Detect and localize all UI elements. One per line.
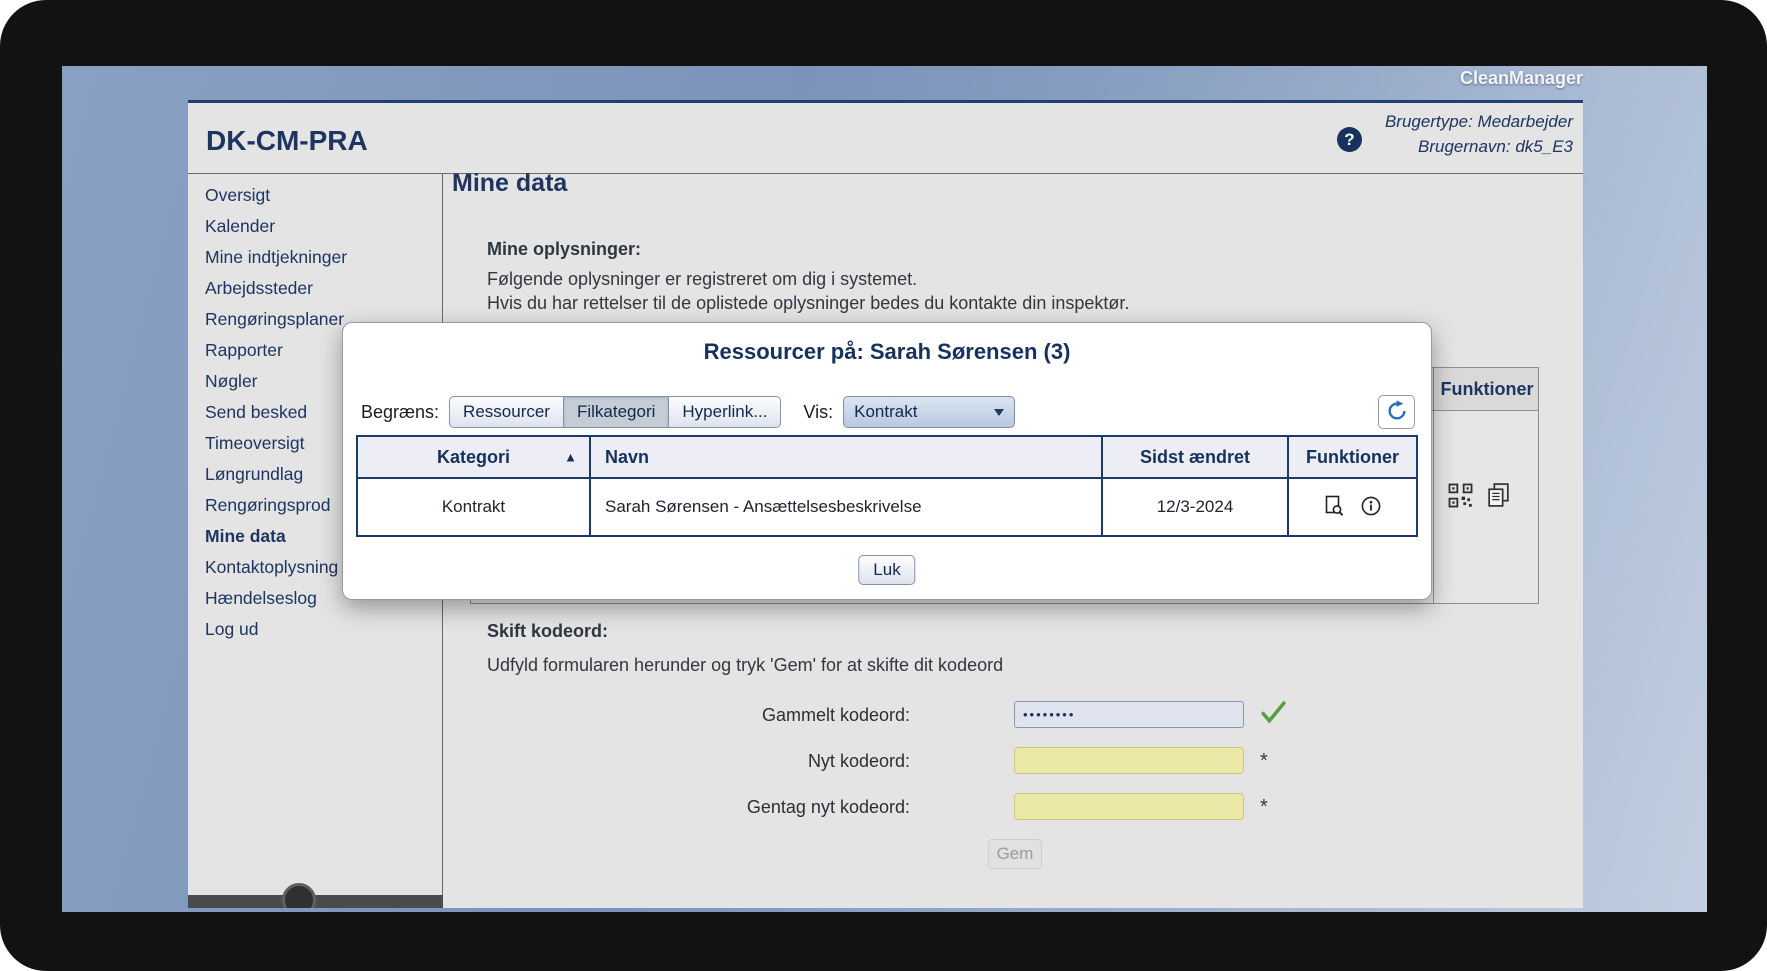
- sidebar-item-log-ud[interactable]: Log ud: [188, 614, 442, 645]
- sidebar-item-mine-indtjekninger[interactable]: Mine indtjekninger: [188, 242, 442, 273]
- chevron-down-icon: [994, 408, 1005, 416]
- refresh-icon: [1386, 399, 1408, 425]
- repeat-password-label: Gentag nyt kodeord:: [746, 797, 910, 817]
- info-heading: Mine oplysninger:: [487, 239, 642, 259]
- filter-button-ressourcer[interactable]: Ressourcer: [449, 396, 564, 428]
- monitor-bezel: CleanManager DK-CM-PRA ? Brugertype: Med…: [0, 0, 1767, 971]
- password-description: Udfyld formularen herunder og tryk 'Gem'…: [487, 655, 1004, 675]
- modal-controls: Begræns: Ressourcer Filkategori Hyperlin…: [361, 395, 1415, 429]
- old-password-input[interactable]: [1014, 701, 1244, 728]
- cell-funktioner: [1287, 477, 1418, 537]
- copy-document-button[interactable]: [1486, 482, 1511, 512]
- refresh-button[interactable]: [1378, 395, 1415, 429]
- repeat-password-input[interactable]: [1014, 793, 1244, 820]
- vis-label: Vis:: [803, 401, 834, 422]
- check-icon: [1260, 700, 1287, 730]
- table-row: Kontrakt Sarah Sørensen - Ansættelsesbes…: [356, 477, 1418, 537]
- info-icon: [1360, 495, 1382, 520]
- sidebar-item-kalender[interactable]: Kalender: [188, 211, 442, 242]
- page-title: Mine data: [452, 169, 568, 197]
- filter-label: Begræns:: [361, 401, 440, 422]
- sidebar-item-arbejdssteder[interactable]: Arbejdssteder: [188, 273, 442, 304]
- new-password-input[interactable]: [1014, 747, 1244, 774]
- cell-sidst-aendret: 12/3-2024: [1101, 477, 1289, 537]
- required-asterisk: *: [1260, 749, 1268, 772]
- column-header-funktioner[interactable]: Funktioner: [1287, 435, 1418, 479]
- user-info: Brugertype: Medarbejder Brugernavn: dk5_…: [1385, 109, 1573, 159]
- modal-title: Ressourcer på: Sarah Sørensen (3): [703, 339, 1071, 364]
- repeat-password-row: Gentag nyt kodeord: *: [188, 792, 1583, 822]
- app-title: DK-CM-PRA: [206, 125, 368, 156]
- column-header-sidst-aendret[interactable]: Sidst ændret: [1101, 435, 1289, 479]
- close-button[interactable]: Luk: [858, 555, 916, 585]
- password-heading: Skift kodeord:: [487, 621, 609, 641]
- preview-document-icon: [1324, 495, 1344, 520]
- new-password-row: Nyt kodeord: *: [188, 746, 1583, 776]
- column-header-navn[interactable]: Navn: [589, 435, 1103, 479]
- cell-navn: Sarah Sørensen - Ansættelsesbeskrivelse: [589, 477, 1103, 537]
- password-valid-indicator: [1260, 700, 1287, 730]
- resources-modal: Ressourcer på: Sarah Sørensen (3) Begræn…: [342, 322, 1432, 600]
- sidebar-item-oversigt[interactable]: Oversigt: [188, 180, 442, 211]
- old-password-row: Gammelt kodeord:: [188, 700, 1583, 730]
- brand-logo: CleanManager: [1459, 68, 1583, 88]
- user-name-label: Brugernavn: dk5_E3: [1418, 137, 1573, 156]
- old-password-label: Gammelt kodeord:: [761, 705, 910, 725]
- resources-table: Kategori ▲ Navn Sidst ændret Funktioner …: [356, 435, 1418, 537]
- cell-kategori: Kontrakt: [356, 477, 591, 537]
- preview-button[interactable]: [1324, 495, 1344, 520]
- sort-asc-icon: ▲: [564, 449, 577, 465]
- vis-dropdown[interactable]: Kontrakt: [843, 396, 1016, 428]
- new-password-label: Nyt kodeord:: [807, 751, 910, 771]
- table-header-row: Kategori ▲ Navn Sidst ændret Funktioner: [356, 435, 1418, 479]
- copy-document-icon: [1486, 482, 1511, 512]
- funktioner-column-header: Funktioner: [1440, 379, 1534, 399]
- info-line-2: Hvis du har rettelser til de oplistede o…: [487, 293, 1130, 313]
- save-button[interactable]: Gem: [988, 839, 1042, 869]
- info-line-1: Følgende oplysninger er registreret om d…: [487, 269, 918, 289]
- required-asterisk: *: [1260, 795, 1268, 818]
- resources-row-function-icons: [1447, 482, 1511, 512]
- user-type-label: Brugertype: Medarbejder: [1384, 112, 1573, 131]
- qr-code-icon: [1447, 482, 1474, 512]
- vis-dropdown-value: Kontrakt: [854, 402, 918, 421]
- info-button[interactable]: [1360, 495, 1382, 520]
- question-mark-glyph: ?: [1344, 129, 1355, 149]
- filter-button-hyperlink[interactable]: Hyperlink...: [668, 396, 782, 428]
- help-icon[interactable]: ?: [1337, 127, 1362, 152]
- qr-code-button[interactable]: [1447, 482, 1474, 512]
- filter-button-filkategori[interactable]: Filkategori: [562, 396, 670, 428]
- column-header-kategori[interactable]: Kategori ▲: [356, 435, 591, 479]
